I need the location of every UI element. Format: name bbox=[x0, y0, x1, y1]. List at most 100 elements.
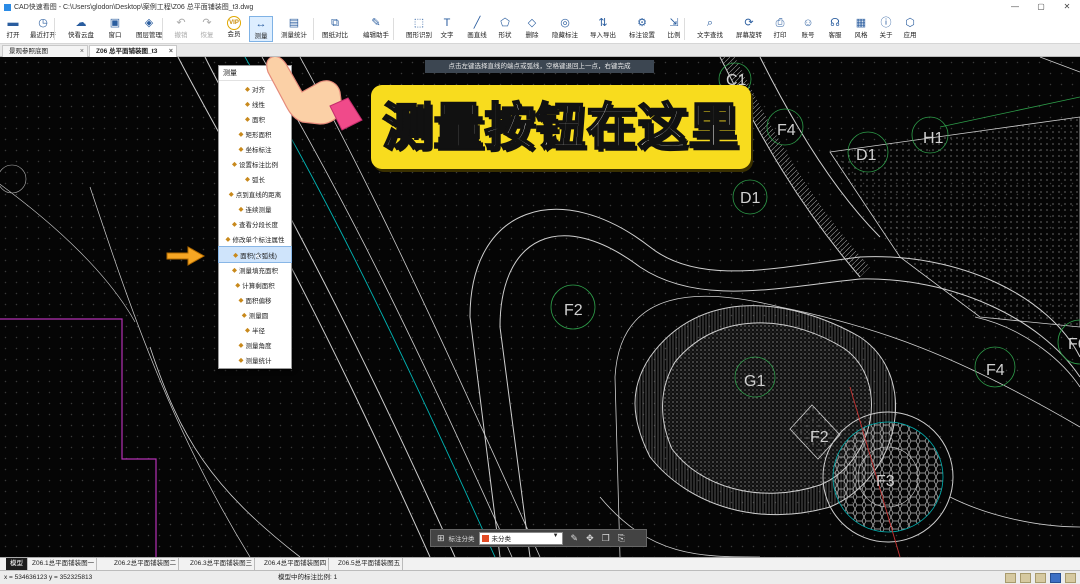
toolbar-button-eraser[interactable]: ◇ 删除 bbox=[522, 16, 542, 42]
plan-label: F2 bbox=[564, 302, 583, 319]
menu-item-label: 修改单个标注属性 bbox=[232, 237, 285, 245]
toolbar-separator bbox=[54, 18, 55, 40]
toolbar-button-vip[interactable]: VIP 会员 bbox=[223, 16, 245, 42]
status-icon[interactable] bbox=[1065, 573, 1076, 583]
menu-item[interactable]: ◆ 查看分段长度 bbox=[219, 217, 291, 232]
measure-tool-icon: ◆ bbox=[235, 281, 241, 289]
status-icon[interactable] bbox=[1020, 573, 1031, 583]
layers-icon: ◈ bbox=[144, 17, 154, 29]
toolbar-button-account[interactable]: ☺ 账号 bbox=[798, 16, 818, 42]
menu-item[interactable]: ◆ 点到直线的距离 bbox=[219, 187, 291, 202]
toolbar-button-measure[interactable]: ↔ 测量 bbox=[249, 16, 273, 42]
measure-tool-icon: ◆ bbox=[245, 100, 250, 108]
layout-tab[interactable]: Z06.2总平面铺装图二 bbox=[112, 558, 180, 570]
toolbar-button-import-export[interactable]: ⇅ 导入导出 bbox=[587, 16, 619, 42]
menu-item[interactable]: ◆ 弧长 bbox=[219, 172, 291, 187]
toolbar-button-headset[interactable]: ☊ 客服 bbox=[825, 16, 845, 42]
toolbar-button-annotation-settings[interactable]: ⚙ 标注设置 bbox=[625, 16, 659, 42]
toolbar-button-window[interactable]: ▣ 窗口 bbox=[105, 16, 125, 42]
plan-label: H1 bbox=[923, 130, 944, 147]
status-icons bbox=[1005, 573, 1076, 583]
rotate-icon: ⟳ bbox=[744, 17, 754, 29]
toolbar-button-undo: ↶ 撤销 bbox=[171, 16, 191, 42]
measure-icon: ↔ bbox=[255, 18, 267, 30]
account-icon: ☺ bbox=[802, 17, 814, 29]
toolbar-button-rotate[interactable]: ⟳ 屏幕旋转 bbox=[733, 16, 765, 42]
menu-item[interactable]: ◆ 修改单个标注属性 bbox=[219, 232, 291, 247]
toolbar-button-label: 测量 bbox=[254, 33, 268, 40]
grid-icon[interactable]: ⊞ bbox=[437, 533, 445, 544]
measure-tool-icon: ◆ bbox=[238, 145, 244, 153]
status-icon[interactable] bbox=[1035, 573, 1046, 583]
menu-item[interactable]: ◆ 面积偏移 bbox=[219, 292, 291, 307]
menu-item[interactable]: ◆ 半径 bbox=[219, 323, 291, 338]
menu-item[interactable]: ◆ 测量圆 bbox=[219, 307, 291, 322]
measure-tool-icon: ◆ bbox=[245, 327, 250, 335]
menu-item-label: 测量角度 bbox=[245, 343, 272, 351]
doc-tab-label: 景观参照底图 bbox=[9, 48, 48, 55]
toolbar-button-layers[interactable]: ◈ 图层管理 bbox=[133, 16, 165, 42]
status-icon[interactable] bbox=[1050, 573, 1061, 583]
close-button[interactable]: ✕ bbox=[1054, 0, 1080, 14]
toolbar-button-compare[interactable]: ⧉ 图纸对比 bbox=[318, 16, 352, 42]
menu-item[interactable]: ◆ 测量填充面积 bbox=[219, 262, 291, 277]
copy-icon[interactable]: ❐ bbox=[602, 533, 610, 544]
toolbar-button-shape-recognize[interactable]: ⬚ 图形识别 bbox=[401, 16, 437, 42]
minimize-button[interactable]: — bbox=[1002, 0, 1028, 14]
layout-tab[interactable]: Z06.3总平面铺装图三 bbox=[188, 558, 256, 570]
menu-item[interactable]: ◆ 设置标注比例 bbox=[219, 156, 291, 171]
doc-tab-reference[interactable]: 景观参照底图 × bbox=[2, 45, 88, 57]
menu-item-label: 连续测量 bbox=[245, 207, 272, 215]
layout-tab[interactable]: Z06.5总平面铺装图五 bbox=[336, 558, 404, 570]
paste-icon[interactable]: ⎘ bbox=[618, 533, 625, 544]
toolbar-button-label: 文字查找 bbox=[697, 32, 723, 39]
toolbar-button-style[interactable]: ▦ 风格 bbox=[851, 16, 871, 42]
toolbar-button-cloud[interactable]: ☁ 快看云盘 bbox=[63, 16, 99, 42]
toolbar-button-text[interactable]: T 文字 bbox=[437, 16, 457, 42]
layout-tab[interactable]: Z06.1总平面铺装图一 bbox=[30, 558, 98, 570]
menu-item[interactable]: ◆ 坐标标注 bbox=[219, 141, 291, 156]
menu-item[interactable]: ◆ 计算剩面积 bbox=[219, 277, 291, 292]
toolbar-button-text-search[interactable]: ⌕ 文字查找 bbox=[693, 16, 727, 42]
chevron-down-icon: ▼ bbox=[552, 532, 559, 539]
toolbar-button-label: 比例 bbox=[667, 32, 681, 39]
layout-tab[interactable]: Z06.4总平面铺装图四 bbox=[262, 558, 330, 570]
menu-item[interactable]: ◆ 测量角度 bbox=[219, 338, 291, 353]
menu-item[interactable]: ◆ 连续测量 bbox=[219, 202, 291, 217]
toolbar-button-apps[interactable]: ⬡ 应用 bbox=[900, 16, 920, 42]
maximize-button[interactable]: ▢ bbox=[1028, 0, 1054, 14]
doc-tab-active[interactable]: Z06 总平面铺装图_t3 × bbox=[89, 45, 177, 57]
headset-icon: ☊ bbox=[830, 17, 840, 29]
move-icon[interactable]: ✥ bbox=[586, 533, 594, 544]
toolbar-button-label: 导入导出 bbox=[590, 32, 616, 39]
annotation-category-select[interactable]: 未分类 ▼ bbox=[478, 531, 563, 545]
toolbar-button-print[interactable]: ⎙ 打印 bbox=[769, 16, 791, 42]
menu-item-label: 测量填充面积 bbox=[239, 267, 278, 275]
toolbar-button-label: 打印 bbox=[773, 32, 787, 39]
layout-tab-model[interactable]: 模型 bbox=[6, 558, 28, 570]
toolbar-button-hide[interactable]: ◎ 隐藏标注 bbox=[549, 16, 581, 42]
toolbar-button-info[interactable]: ⓘ 关于 bbox=[876, 16, 896, 42]
toolbar-button-measure-stats[interactable]: ▤ 测量统计 bbox=[277, 16, 311, 42]
toolbar-separator bbox=[684, 18, 685, 40]
command-hint: 点击左键选择直线的端点或弧线，空格键退回上一点，右键完成 bbox=[425, 60, 654, 73]
menu-item[interactable]: ◆ 测量统计 bbox=[219, 353, 291, 368]
toolbar-button-label: 打开 bbox=[6, 32, 20, 39]
toolbar-button-line[interactable]: ╱ 画直线 bbox=[465, 16, 489, 42]
toolbar-button-shape[interactable]: ⬠ 形状 bbox=[495, 16, 515, 42]
drawing-canvas[interactable]: F4 D1 H1 D1 F2 G1 F2 F3 F4 F6 C1 点击左键选择直… bbox=[0, 57, 1080, 557]
toolbar-button-label: 图纸对比 bbox=[322, 32, 348, 39]
edit-icon[interactable]: ✎ bbox=[571, 533, 579, 544]
measure-tool-icon: ◆ bbox=[233, 251, 239, 259]
status-icon[interactable] bbox=[1005, 573, 1016, 583]
edit-assistant-icon: ✎ bbox=[371, 17, 381, 29]
menu-item-label: 半径 bbox=[252, 328, 265, 336]
vip-icon: VIP bbox=[227, 16, 241, 30]
toolbar-button-edit-assistant[interactable]: ✎ 编辑助手 bbox=[358, 16, 394, 42]
plan-label: F6 bbox=[1068, 336, 1080, 353]
toolbar-button-open-folder[interactable]: ▬ 打开 bbox=[3, 16, 23, 42]
toolbar-separator bbox=[393, 18, 394, 40]
toolbar-button-scale[interactable]: ⇲ 比例 bbox=[664, 16, 684, 42]
toolbar-separator bbox=[162, 18, 163, 40]
scale-icon: ⇲ bbox=[669, 17, 679, 29]
